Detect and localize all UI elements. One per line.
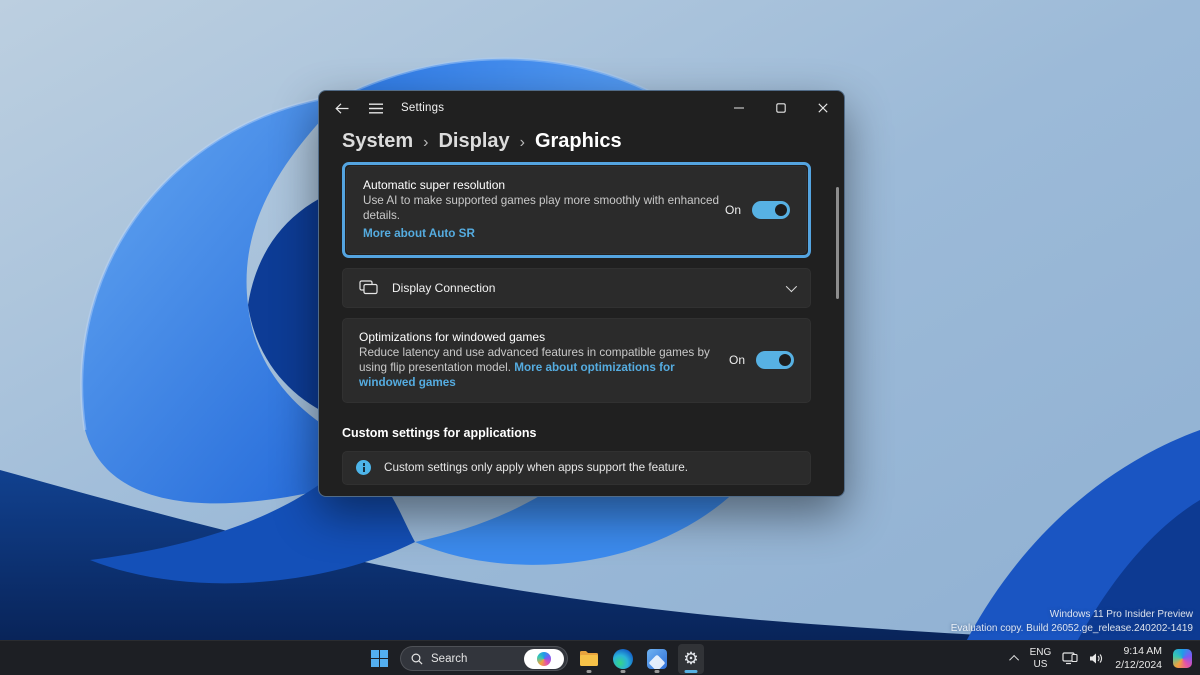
minimize-button[interactable] [718, 91, 760, 125]
insider-watermark: Windows 11 Pro Insider Preview Evaluatio… [951, 608, 1193, 636]
language-line1: ENG [1029, 646, 1052, 658]
language-indicator[interactable]: ENG US [1030, 647, 1052, 671]
settings-gear-icon: ⚙ [683, 649, 699, 668]
file-explorer-icon [580, 651, 598, 666]
auto-sr-title: Automatic super resolution [363, 178, 506, 192]
watermark-line2: Evaluation copy. Build 26052.ge_release.… [950, 623, 1193, 634]
auto-sr-learn-more-link[interactable]: More about Auto SR [363, 227, 475, 240]
breadcrumb: System › Display › Graphics [342, 130, 811, 153]
auto-sr-toggle[interactable] [752, 200, 790, 219]
system-tray: ENG US 9:14 AM 2/12/2024 [1008, 641, 1192, 675]
active-running-indicator [684, 670, 698, 673]
app-title: Settings [401, 102, 445, 114]
settings-button[interactable]: ⚙ [678, 643, 704, 674]
copilot-icon [1173, 649, 1192, 668]
windowed-games-description: Reduce latency and use advanced features… [359, 346, 729, 391]
windowed-games-toggle-state: On [728, 353, 745, 368]
search-icon [411, 653, 423, 665]
taskbar-search-box[interactable]: Search [400, 646, 568, 671]
copilot-icon [537, 651, 551, 666]
photos-button[interactable] [644, 644, 670, 674]
toggle-knob [779, 354, 791, 367]
breadcrumb-separator-icon: › [423, 133, 429, 151]
auto-sr-highlight-outline: Automatic super resolution Use AI to mak… [342, 162, 811, 258]
windowed-games-setting-card: Optimizations for windowed games Reduce … [342, 317, 811, 403]
language-line2: US [1033, 658, 1048, 670]
display-connection-icon [359, 280, 378, 295]
navigation-menu-icon[interactable] [367, 99, 385, 117]
infobar-message: Custom settings only apply when apps sup… [384, 461, 689, 475]
display-connection-expander[interactable]: Display Connection [342, 267, 811, 308]
running-indicator [654, 670, 660, 673]
start-button[interactable] [366, 644, 392, 674]
watermark-line1: Windows 11 Pro Insider Preview [1049, 609, 1193, 620]
window-scrollbar[interactable] [836, 187, 839, 299]
windowed-games-toggle-group: On [728, 351, 794, 370]
clock[interactable]: 9:14 AM 2/12/2024 [1115, 645, 1162, 672]
volume-button[interactable] [1089, 652, 1104, 665]
chevron-down-icon [785, 280, 798, 293]
speaker-icon [1090, 653, 1103, 664]
file-explorer-button[interactable] [576, 644, 602, 674]
edge-button[interactable] [610, 644, 636, 674]
info-icon [356, 460, 371, 476]
page-title: Graphics [534, 130, 622, 152]
network-icon [1062, 652, 1078, 665]
tray-date: 2/12/2024 [1115, 658, 1162, 671]
auto-sr-description: Use AI to make supported games play more… [363, 194, 720, 222]
tray-time: 9:14 AM [1123, 644, 1162, 657]
copilot-button[interactable] [524, 648, 564, 669]
photos-icon [647, 648, 667, 669]
settings-page-content: System › Display › Graphics Automatic su… [319, 125, 844, 496]
window-titlebar: Settings [319, 91, 844, 125]
custom-settings-heading: Custom settings for applications [342, 425, 537, 440]
tray-overflow-chevron[interactable] [1008, 654, 1019, 665]
back-button[interactable] [333, 99, 351, 117]
custom-settings-infobar: Custom settings only apply when apps sup… [342, 450, 811, 485]
windowed-games-text: Optimizations for windowed games Reduce … [359, 330, 729, 391]
toggle-knob [775, 203, 787, 216]
breadcrumb-system[interactable]: System [342, 130, 413, 153]
windowed-games-toggle[interactable] [756, 351, 794, 370]
auto-sr-text: Automatic super resolution Use AI to mak… [363, 178, 725, 242]
maximize-button[interactable] [760, 91, 802, 125]
auto-sr-toggle-state: On [724, 202, 741, 217]
copilot-tray-button[interactable] [1173, 649, 1192, 668]
windows-logo-icon [370, 650, 388, 667]
running-indicator [586, 670, 592, 673]
edge-icon [613, 648, 633, 669]
caption-controls [718, 91, 844, 125]
display-connection-label: Display Connection [392, 280, 496, 295]
running-indicator [620, 670, 626, 673]
auto-sr-setting-card: Automatic super resolution Use AI to mak… [346, 166, 807, 254]
taskbar-center: Search ⚙ [366, 641, 704, 675]
breadcrumb-display[interactable]: Display [438, 130, 509, 153]
auto-sr-toggle-group: On [724, 200, 790, 219]
breadcrumb-separator-icon: › [519, 133, 525, 151]
taskbar-search-label: Search [431, 652, 468, 665]
chevron-up-icon [1008, 654, 1019, 665]
settings-window: Settings System › Display › Graphics Aut… [318, 90, 845, 497]
taskbar: Search ⚙ ENG US 9:14 AM 2/12/2024 [0, 640, 1200, 675]
close-button[interactable] [802, 91, 844, 125]
network-button[interactable] [1062, 652, 1078, 665]
windowed-games-title: Optimizations for windowed games [359, 329, 546, 344]
